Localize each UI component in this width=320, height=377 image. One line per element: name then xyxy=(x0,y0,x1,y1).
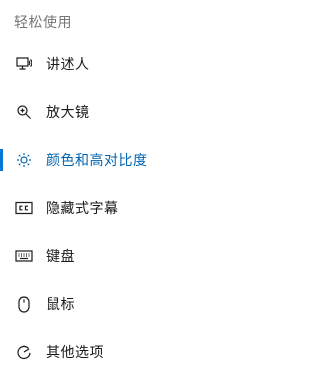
section-title: 轻松使用 xyxy=(14,15,72,31)
nav-item-label: 隐藏式字幕 xyxy=(46,201,119,217)
magnifier-icon xyxy=(14,102,34,122)
nav-item-narrator[interactable]: 讲述人 xyxy=(0,40,298,88)
nav-item-label: 讲述人 xyxy=(46,57,90,73)
nav-item-color-high-contrast[interactable]: 颜色和高对比度 xyxy=(0,136,298,184)
nav-item-mouse[interactable]: 鼠标 xyxy=(0,280,298,328)
nav-item-label: 颜色和高对比度 xyxy=(46,153,148,169)
nav-item-label: 其他选项 xyxy=(46,345,104,361)
nav-item-label: 鼠标 xyxy=(46,297,75,313)
settings-nav: 讲述人 放大镜 颜色和高对比度 隐藏式字幕 键盘 鼠标 其他选项 xyxy=(0,40,298,376)
nav-item-closed-captions[interactable]: 隐藏式字幕 xyxy=(0,184,298,232)
nav-item-keyboard[interactable]: 键盘 xyxy=(0,232,298,280)
other-options-icon xyxy=(14,342,34,362)
brightness-icon xyxy=(14,150,34,170)
closed-captions-icon xyxy=(14,198,34,218)
nav-item-other-options[interactable]: 其他选项 xyxy=(0,328,298,376)
nav-item-label: 键盘 xyxy=(46,249,75,265)
nav-item-magnifier[interactable]: 放大镜 xyxy=(0,88,298,136)
mouse-icon xyxy=(14,294,34,314)
narrator-icon xyxy=(14,54,34,74)
keyboard-icon xyxy=(14,246,34,266)
nav-item-label: 放大镜 xyxy=(46,105,90,121)
